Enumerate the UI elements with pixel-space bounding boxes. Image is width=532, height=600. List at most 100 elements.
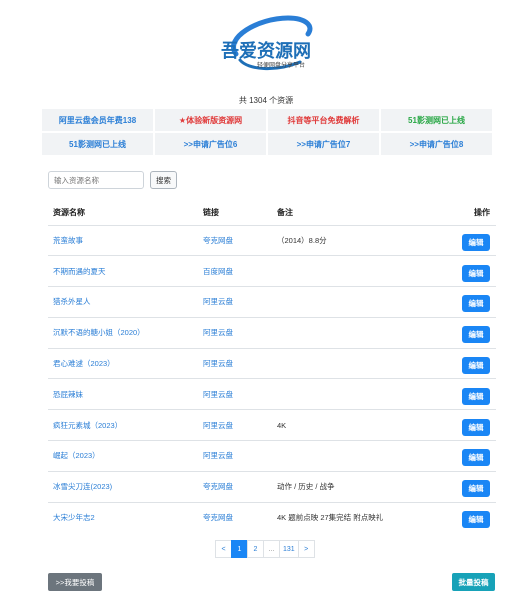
ad-link[interactable]: >>申请广告位7 (268, 133, 379, 155)
ad-link[interactable]: >>申请广告位6 (155, 133, 266, 155)
resource-name-link[interactable]: 大宋少年志2 (53, 513, 95, 522)
resource-link-cell: 阿里云盘 (198, 378, 272, 410)
resource-link[interactable]: 夸克网盘 (203, 482, 233, 491)
table-row: 崛起（2023） 阿里云盘 编辑 (48, 440, 496, 472)
resource-name-cell: 冰雪尖刀连(2023) (48, 470, 198, 503)
edit-button[interactable]: 编辑 (462, 480, 490, 498)
resource-name-link[interactable]: 崛起（2023） (53, 451, 100, 460)
resource-name-link[interactable]: 恐屁辣妹 (53, 390, 83, 399)
resource-table: 资源名称 链接 备注 操作 荒蛮故事 夸克网盘 （2014）8.8分 编辑 不期而遇的夏… (48, 200, 496, 533)
site-logo[interactable]: 吾爱资源网 轻便网盘分享平台 (0, 8, 532, 78)
ad-row-2: 51影测网已上线 >>申请广告位6 >>申请广告位7 >>申请广告位8 (42, 133, 492, 155)
resource-name-cell: 荒蛮故事 (48, 224, 198, 256)
resource-name-link[interactable]: 疯狂元素城（2023） (53, 421, 122, 430)
resource-link-cell: 百度网盘 (198, 255, 272, 287)
resource-name-link[interactable]: 沉默不语的糖小姐（2020） (53, 328, 145, 337)
ad-link[interactable]: 阿里云盘会员年费138 (42, 109, 153, 131)
op-cell: 编辑 (436, 316, 496, 349)
edit-button[interactable]: 编辑 (462, 387, 490, 405)
resource-count: 共 1304 个资源 (238, 96, 294, 105)
resource-note (272, 255, 436, 287)
op-cell: 编辑 (436, 378, 496, 410)
ad-row-1: 阿里云盘会员年费138 ★体验新版资源网 抖音等平台免费解析 51影测网已上线 (42, 109, 492, 131)
prev-page-button[interactable]: < (215, 540, 232, 558)
table-row: 荒蛮故事 夸克网盘 （2014）8.8分 编辑 (48, 224, 496, 256)
ad-link[interactable]: >>申请广告位8 (381, 133, 492, 155)
op-cell: 编辑 (436, 347, 496, 379)
resource-link[interactable]: 阿里云盘 (203, 328, 233, 337)
table-header-row: 资源名称 链接 备注 操作 (48, 200, 496, 226)
resource-name-link[interactable]: 君心难逑（2023） (53, 359, 115, 368)
table-row: 沉默不语的糖小姐（2020） 阿里云盘 编辑 (48, 316, 496, 349)
edit-button[interactable]: 编辑 (462, 418, 490, 436)
search-input[interactable] (48, 171, 144, 189)
resource-name-cell: 大宋少年志2 (48, 501, 198, 533)
resource-link[interactable]: 阿里云盘 (203, 421, 233, 430)
resource-name-link[interactable]: 不期而遇的夏天 (53, 267, 106, 276)
resource-link-cell: 阿里云盘 (198, 347, 272, 379)
edit-button[interactable]: 编辑 (462, 295, 490, 313)
edit-button[interactable]: 编辑 (462, 264, 490, 282)
resource-note (272, 316, 436, 349)
resource-link-cell: 夸克网盘 (198, 470, 272, 503)
op-cell: 编辑 (436, 286, 496, 318)
page-1-button[interactable]: 1 (231, 540, 248, 558)
resource-note: 4K 题前点映 27集完结 附点映礼 (272, 501, 436, 533)
resource-name-cell: 君心难逑（2023） (48, 347, 198, 379)
resource-name-cell: 不期而遇的夏天 (48, 255, 198, 287)
resource-link-cell: 阿里云盘 (198, 440, 272, 472)
op-cell: 编辑 (436, 255, 496, 287)
ad-grid: 阿里云盘会员年费138 ★体验新版资源网 抖音等平台免费解析 51影测网已上线 … (42, 109, 492, 157)
page-2-button[interactable]: 2 (247, 540, 264, 558)
header-link: 链接 (198, 200, 272, 226)
resource-name-cell: 疯狂元素城（2023） (48, 409, 198, 441)
header-note: 备注 (272, 200, 436, 226)
ad-link[interactable]: ★体验新版资源网 (155, 109, 266, 131)
op-cell: 编辑 (436, 224, 496, 256)
header-op: 操作 (436, 200, 496, 226)
ad-link[interactable]: 抖音等平台免费解析 (268, 109, 379, 131)
submit-resource-button[interactable]: >>我要投稿 (48, 573, 102, 591)
resource-link[interactable]: 阿里云盘 (203, 451, 233, 460)
resource-link[interactable]: 百度网盘 (203, 267, 233, 276)
resource-note (272, 378, 436, 410)
op-cell: 编辑 (436, 440, 496, 472)
edit-button[interactable]: 编辑 (462, 449, 490, 467)
resource-link[interactable]: 阿里云盘 (203, 297, 233, 306)
edit-button[interactable]: 编辑 (462, 357, 490, 375)
edit-button[interactable]: 编辑 (462, 511, 490, 529)
resource-link-cell: 阿里云盘 (198, 286, 272, 318)
op-cell: 编辑 (436, 409, 496, 441)
resource-name-cell: 恐屁辣妹 (48, 378, 198, 410)
resource-note (272, 347, 436, 379)
resource-link[interactable]: 阿里云盘 (203, 359, 233, 368)
resource-link[interactable]: 阿里云盘 (203, 390, 233, 399)
header-name: 资源名称 (48, 200, 198, 226)
resource-note: （2014）8.8分 (272, 224, 436, 256)
resource-name-link[interactable]: 猎杀外星人 (53, 297, 91, 306)
table-row: 不期而遇的夏天 百度网盘 编辑 (48, 255, 496, 287)
next-page-button[interactable]: > (297, 540, 315, 558)
table-row: 大宋少年志2 夸克网盘 4K 题前点映 27集完结 附点映礼 编辑 (48, 501, 496, 533)
op-cell: 编辑 (436, 470, 496, 503)
batch-submit-button[interactable]: 批量投稿 (452, 573, 495, 591)
page-ellipsis: ... (263, 540, 280, 558)
page-last-button[interactable]: 131 (279, 540, 299, 558)
op-cell: 编辑 (436, 501, 496, 533)
edit-button[interactable]: 编辑 (462, 233, 490, 251)
resource-name-link[interactable]: 荒蛮故事 (53, 236, 83, 245)
resource-name-cell: 猎杀外星人 (48, 286, 198, 318)
search-button[interactable]: 搜索 (150, 171, 177, 189)
resource-name-link[interactable]: 冰雪尖刀连(2023) (53, 482, 112, 491)
ad-link[interactable]: 51影测网已上线 (381, 109, 492, 131)
table-row: 猎杀外星人 阿里云盘 编辑 (48, 286, 496, 318)
resource-link[interactable]: 夸克网盘 (203, 513, 233, 522)
resource-note: 4K (272, 409, 436, 441)
logo-subtitle: 轻便网盘分享平台 (256, 63, 305, 69)
resource-note (272, 286, 436, 318)
resource-link[interactable]: 夸克网盘 (203, 236, 233, 245)
ad-link[interactable]: 51影测网已上线 (42, 133, 153, 155)
table-row: 冰雪尖刀连(2023) 夸克网盘 动作 / 历史 / 战争 编辑 (48, 470, 496, 503)
edit-button[interactable]: 编辑 (462, 326, 490, 344)
resource-link-cell: 夸克网盘 (198, 224, 272, 256)
